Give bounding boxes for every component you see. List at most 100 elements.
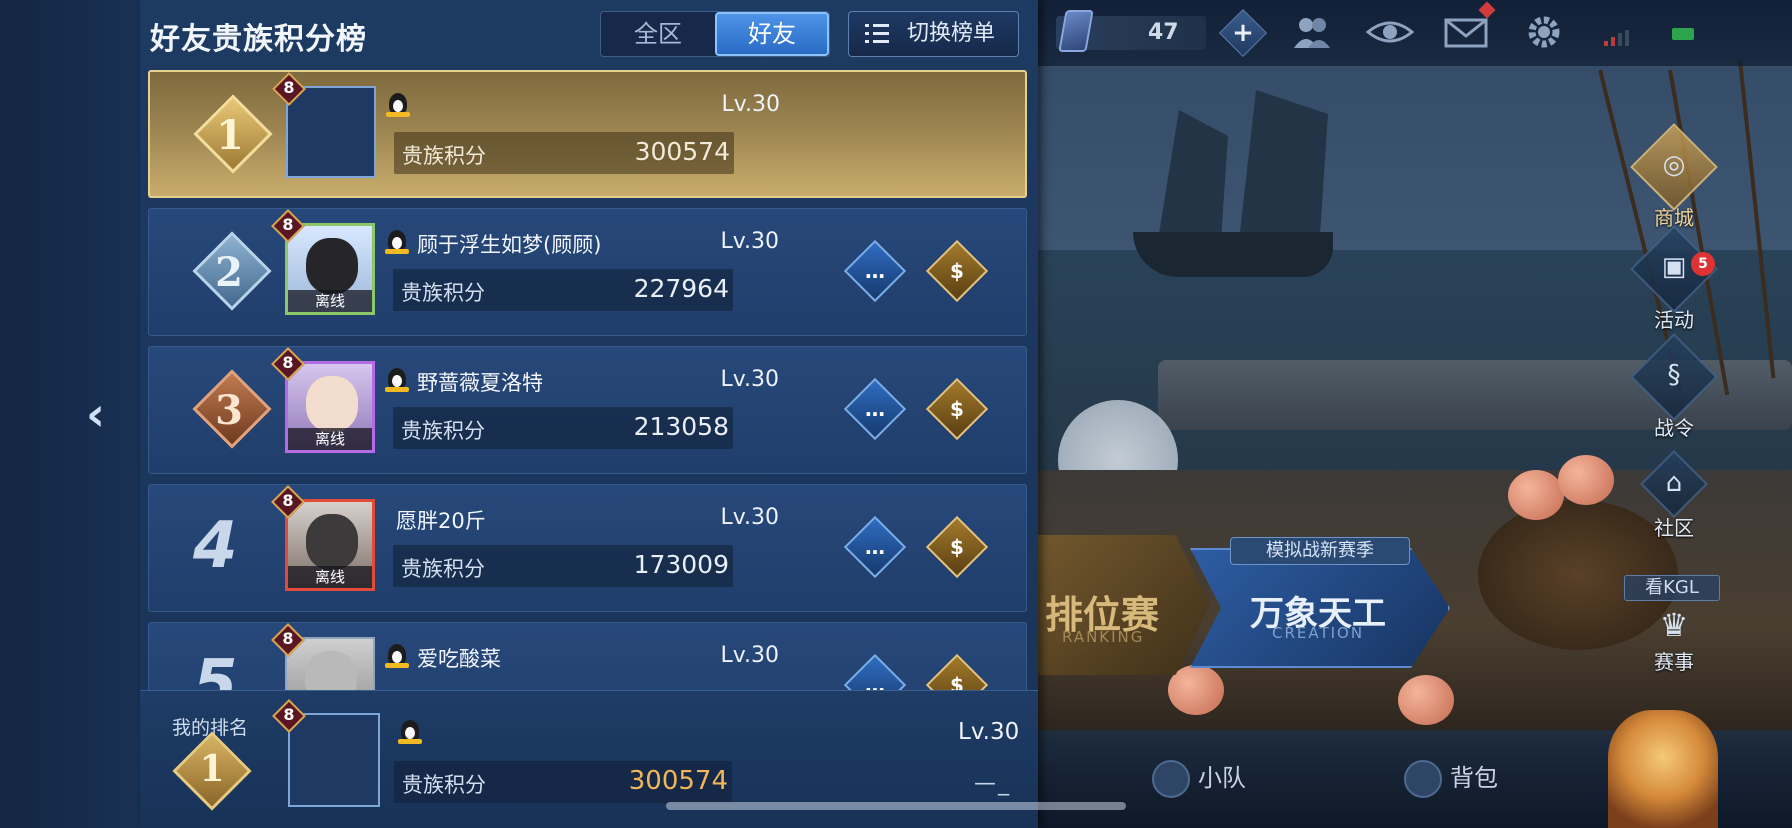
ship-hull [1133,232,1333,277]
score-box: 贵族积分 213058 [393,407,733,449]
chat-bubble-icon: … [865,259,885,283]
avatar-image [305,651,357,690]
send-gift-button[interactable]: $ [925,239,989,303]
vip-level-number: 8 [282,215,294,234]
gift-send-icon: $ [950,259,964,283]
qq-penguin-icon [385,229,409,255]
my-rank-placeholder: —_ [974,771,1011,796]
mail-icon[interactable] [1444,14,1488,50]
my-level: Lv.30 [958,719,1020,745]
chat-button[interactable]: … [843,239,907,303]
chat-bubble-icon: … [865,535,885,559]
bag-icon [1404,760,1442,798]
rank-number: 3 [215,387,243,434]
my-score-box: 贵族积分 300574 [394,761,732,803]
leaderboard-row[interactable]: 2 离线 8 顾于浮生如梦(顾顾) Lv.30 贵族积分 227964 … $ [148,208,1027,336]
leaderboard-row[interactable]: 5 8 爱吃酸菜 Lv.30 … $ [148,622,1027,690]
switch-leaderboard-button[interactable]: 切换榜单 [848,11,1019,57]
signal-strength-icon [1604,30,1630,46]
send-gift-button[interactable]: $ [925,515,989,579]
gift-send-icon: $ [950,535,964,559]
score-label: 贵族积分 [401,419,485,443]
home-indicator[interactable] [666,802,1126,810]
eye-icon[interactable] [1365,14,1415,50]
top-bar-spacer [1130,20,1190,50]
gift-send-icon: $ [950,397,964,421]
collapse-arrow-icon[interactable]: ‹ [86,390,120,438]
vip-level-number: 8 [283,78,295,97]
rank-1-badge: 1 [180,90,280,182]
leaderboard-list[interactable]: 1 8 Lv.30 贵族积分 300574 2 离线 8 顾于浮生如梦(顾顾) … [148,70,1028,690]
panel-title: 好友贵族积分榜 [150,22,367,57]
gift-send-icon: $ [950,673,964,690]
leaderboard-row[interactable]: 3 离线 8 野蔷薇夏洛特 Lv.30 贵族积分 213058 … $ [148,346,1027,474]
player-name: 愿胖20斤 [396,509,486,533]
avatar-image [306,238,358,294]
score-label: 贵族积分 [401,557,485,581]
vip-level-number: 8 [282,491,294,510]
score-box: 贵族积分 300574 [394,132,734,174]
activity-count-badge: 5 [1691,252,1715,276]
rank-number: 5 [193,647,238,690]
creation-mode-subtitle: CREATION [1272,624,1365,642]
vip-level-badge: 8 [271,623,305,657]
friends-icon[interactable] [1292,14,1332,50]
shop-glyph-icon: ◎ [1662,150,1686,180]
events-menu-item[interactable]: ♛ 赛事 [1622,606,1726,675]
bag-nav-item[interactable]: 背包 [1404,758,1498,798]
add-currency-button[interactable]: + [1218,8,1268,58]
list-icon [865,24,889,44]
player-level: Lv.30 [721,92,780,117]
settings-gear-icon[interactable] [1524,14,1564,50]
score-label: 贵族积分 [402,144,486,168]
switch-leaderboard-label: 切换榜单 [907,21,996,46]
community-glyph-icon: ⌂ [1665,468,1683,498]
qq-penguin-icon [386,92,410,118]
tab-all-region[interactable]: 全区 [601,12,715,56]
shop-menu-item[interactable]: ◎ 商城 [1622,123,1726,231]
chat-bubble-icon: … [865,673,885,690]
score-value: 300574 [634,137,730,166]
send-gift-button[interactable]: $ [925,377,989,441]
scope-tab-group: 全区 好友 [600,11,830,57]
community-menu-item[interactable]: ⌂ 社区 [1622,450,1726,541]
activity-menu-item[interactable]: ▣ 活动 [1622,225,1726,333]
vip-level-badge: 8 [272,72,306,106]
score-value: 213058 [633,412,729,441]
chat-button[interactable]: … [843,653,907,690]
my-vip-level-number: 8 [283,705,295,724]
battery-icon [1672,28,1694,40]
leaderboard-row[interactable]: 4 离线 8 愿胖20斤 Lv.30 贵族积分 173009 … $ [148,484,1027,612]
battle-pass-menu-item[interactable]: § 战令 [1622,333,1726,441]
creation-mode-tag: 模拟战新赛季 [1230,537,1410,565]
score-value: 227964 [633,274,729,303]
chat-button[interactable]: … [843,515,907,579]
my-score-label: 贵族积分 [402,773,486,797]
trophy-icon: ♛ [1659,606,1689,644]
chat-button[interactable]: … [843,377,907,441]
team-nav-label: 小队 [1198,764,1246,792]
team-nav-item[interactable]: 小队 [1152,758,1246,798]
player-level: Lv.30 [720,229,779,254]
avatar-image [306,514,358,570]
watch-kgl-button[interactable]: 看KGL [1624,575,1720,601]
send-gift-button[interactable]: $ [925,653,989,690]
ship-sail-2 [1238,90,1328,250]
my-vip-level-badge: 8 [272,699,306,733]
rank-number: 2 [215,249,243,296]
leaderboard-row[interactable]: 1 8 Lv.30 贵族积分 300574 [148,70,1027,198]
offline-status: 离线 [288,566,372,588]
qq-penguin-icon [385,643,409,669]
tab-friends[interactable]: 好友 [715,12,829,56]
hero-portrait[interactable] [1608,710,1718,828]
offline-status: 离线 [288,290,372,312]
player-level: Lv.30 [720,505,779,530]
peach [1508,470,1564,520]
vip-level-number: 8 [282,629,294,648]
vip-level-number: 8 [282,353,294,372]
player-name: 爱吃酸菜 [417,647,501,671]
peach [1558,455,1614,505]
flag-icon [1152,760,1190,798]
offline-status: 离线 [288,428,372,450]
chat-bubble-icon: … [865,397,885,421]
